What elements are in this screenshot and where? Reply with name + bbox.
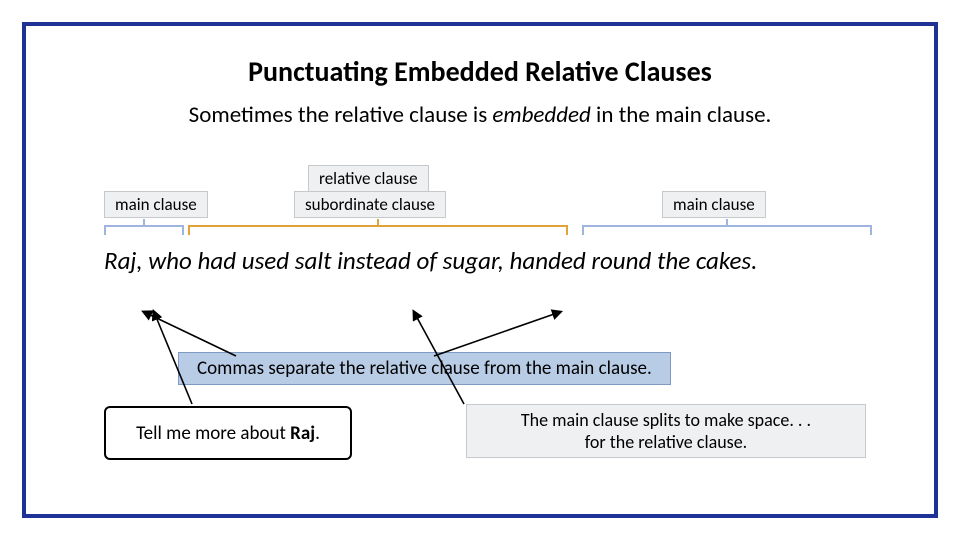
label-main-right: main clause bbox=[662, 191, 766, 218]
brackets-row bbox=[26, 225, 934, 243]
label-subordinate: subordinate clause bbox=[294, 191, 446, 218]
speech-post: . bbox=[315, 422, 320, 445]
slide-title: Punctuating Embedded Relative Clauses bbox=[26, 54, 934, 89]
intro-post: in the main clause. bbox=[591, 101, 772, 129]
split-line1: The main clause splits to make space. . … bbox=[477, 409, 855, 431]
example-sentence: Raj, who had used salt instead of sugar,… bbox=[104, 245, 934, 276]
bracket-subordinate bbox=[188, 225, 568, 235]
labels-row: main clause relative clause subordinate … bbox=[26, 169, 934, 225]
speech-bold: Raj bbox=[290, 422, 315, 445]
sentence-part1: Raj, bbox=[104, 245, 143, 276]
sentence-part3: handed round the cakes. bbox=[504, 245, 758, 276]
label-relative: relative clause bbox=[308, 165, 429, 192]
arrow-split-to-sentence bbox=[386, 308, 466, 408]
label-main-left: main clause bbox=[104, 191, 208, 218]
intro-em: embedded bbox=[492, 101, 590, 129]
split-line2: for the relative clause. bbox=[477, 431, 855, 453]
intro-pre: Sometimes the relative clause is bbox=[189, 101, 493, 129]
bracket-main-left bbox=[104, 225, 184, 235]
arrow-speech-to-raj bbox=[152, 306, 232, 406]
split-note: The main clause splits to make space. . … bbox=[466, 404, 866, 458]
speech-bubble: Tell me more about Raj. bbox=[104, 406, 352, 460]
intro-text: Sometimes the relative clause is embedde… bbox=[26, 101, 934, 129]
bracket-main-right bbox=[582, 225, 872, 235]
sentence-part2: who had used salt instead of sugar, bbox=[143, 245, 504, 276]
speech-pre: Tell me more about bbox=[136, 422, 290, 445]
